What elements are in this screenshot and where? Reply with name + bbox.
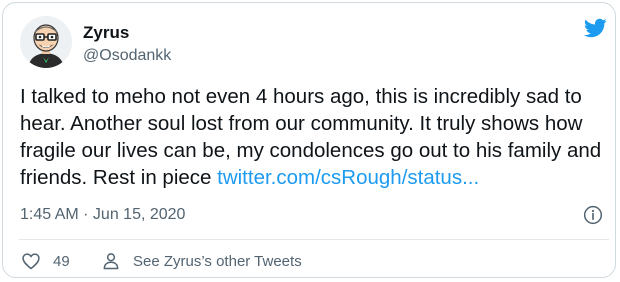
author-display-name[interactable]: Zyrus (83, 23, 129, 43)
avatar[interactable] (20, 16, 72, 68)
heart-icon (22, 253, 40, 270)
tweet-card: Zyrus @Osodankk I talked to meho not eve… (2, 2, 616, 278)
tweet-text: I talked to meho not even 4 hours ago, t… (20, 83, 610, 191)
like-button[interactable]: 49 (21, 251, 70, 271)
divider (19, 239, 609, 240)
cartoon-avatar-icon (20, 16, 72, 68)
tweet-timestamp[interactable]: 1:45 AM · Jun 15, 2020 (20, 206, 185, 224)
author-handle[interactable]: @Osodankk (83, 47, 171, 65)
see-other-tweets-label: See Zyrus’s other Tweets (133, 252, 302, 270)
person-icon (103, 253, 119, 270)
tweet-link[interactable]: twitter.com/csRough/status... (217, 166, 479, 189)
see-other-tweets-link[interactable]: See Zyrus’s other Tweets (101, 251, 302, 271)
twitter-bird-icon[interactable] (581, 16, 609, 40)
like-count: 49 (53, 252, 70, 270)
info-icon[interactable] (583, 205, 603, 225)
